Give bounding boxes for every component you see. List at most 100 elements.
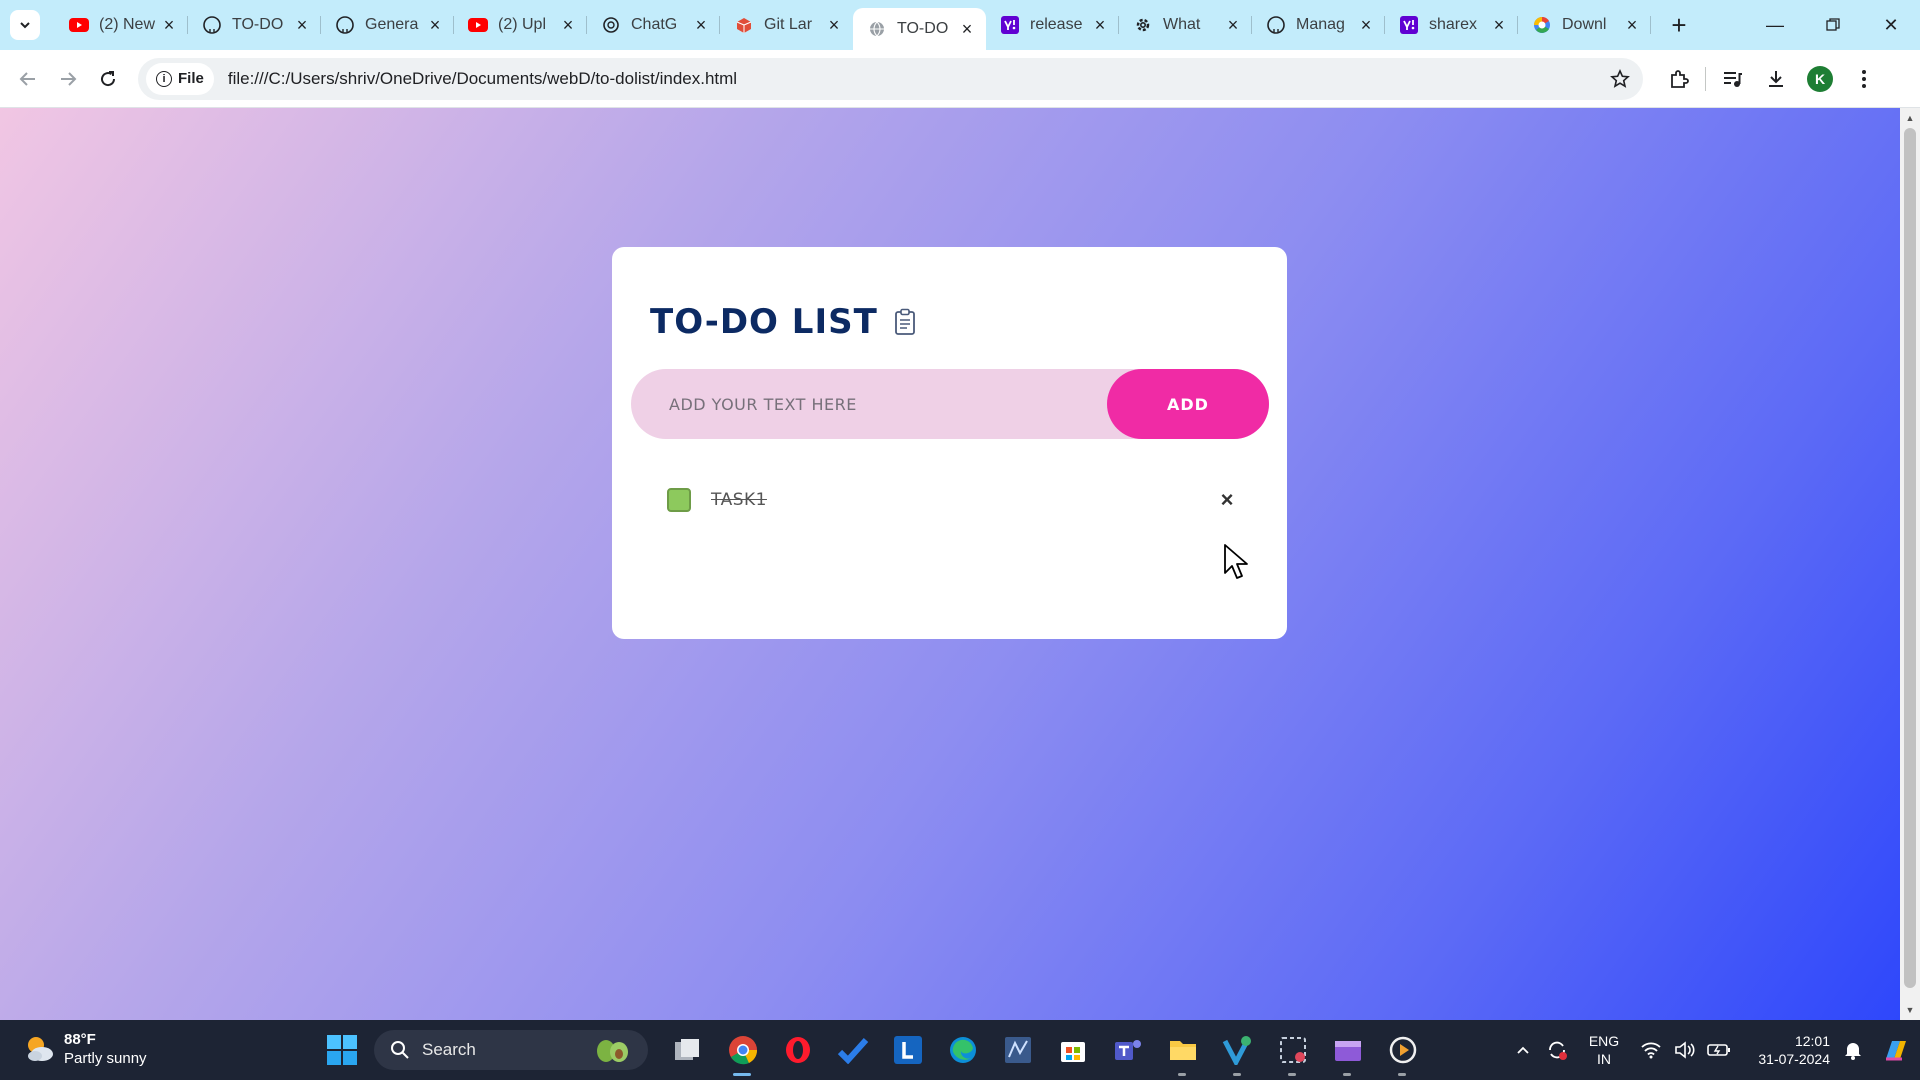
bookmark-star-button[interactable] — [1605, 64, 1635, 94]
scroll-up-arrow-icon[interactable]: ▲ — [1900, 110, 1920, 126]
google-icon — [1532, 15, 1552, 35]
tab-close-icon[interactable]: × — [1091, 15, 1109, 35]
clock[interactable]: 12:01 31-07-2024 — [1736, 1032, 1836, 1068]
l-app-taskbar-button[interactable] — [880, 1030, 935, 1070]
forward-button[interactable] — [48, 59, 88, 99]
task-input[interactable] — [631, 369, 1107, 439]
chrome-taskbar-button[interactable] — [715, 1030, 770, 1076]
window-controls: — ✕ — [1746, 0, 1920, 50]
sql-app-taskbar-button[interactable] — [990, 1030, 1045, 1070]
windows-taskbar: 88°F Partly sunny Search ENG IN 12:01 31… — [0, 1020, 1920, 1080]
browser-tab[interactable]: Downl × — [1518, 0, 1651, 50]
partly-sunny-icon — [28, 1037, 53, 1061]
tab-close-icon[interactable]: × — [1623, 15, 1641, 35]
add-button[interactable]: ADD — [1107, 369, 1269, 439]
browser-tab[interactable]: sharex × — [1385, 0, 1518, 50]
taskbar-apps — [660, 1030, 1430, 1076]
restore-button[interactable] — [1804, 0, 1862, 50]
minimize-button[interactable]: — — [1746, 0, 1804, 50]
tab-title: sharex — [1429, 16, 1478, 33]
browser-tab[interactable]: Git Lar × — [720, 0, 853, 50]
profile-button[interactable]: K — [1798, 59, 1842, 99]
database-tool-icon — [1004, 1037, 1031, 1063]
show-hidden-icons-button[interactable] — [1506, 1045, 1540, 1055]
todo-app-taskbar-button[interactable] — [825, 1030, 880, 1070]
weather-widget[interactable]: 88°F Partly sunny — [22, 1030, 147, 1068]
language-indicator[interactable]: ENG IN — [1574, 1032, 1634, 1068]
chevron-down-icon — [20, 22, 30, 29]
reload-icon — [101, 70, 116, 86]
tab-close-icon[interactable]: × — [1490, 15, 1508, 35]
tab-close-icon[interactable]: × — [559, 15, 577, 35]
github-icon — [335, 15, 355, 35]
kebab-menu-icon — [1862, 69, 1866, 88]
task-label[interactable]: TASK1 — [711, 490, 1217, 510]
teams-taskbar-button[interactable] — [1100, 1030, 1155, 1070]
clipboard-icon — [894, 308, 915, 335]
copilot-button[interactable] — [1870, 1035, 1920, 1065]
clipchamp-taskbar-button[interactable] — [1320, 1030, 1375, 1076]
browser-tab[interactable]: Genera × — [321, 0, 454, 50]
media-control-button[interactable] — [1710, 59, 1754, 99]
remove-task-button[interactable]: × — [1217, 487, 1237, 513]
vscode-like-taskbar-button[interactable] — [1210, 1030, 1265, 1076]
snipping-tool-taskbar-button[interactable] — [1265, 1030, 1320, 1076]
volume-button[interactable] — [1668, 1041, 1702, 1059]
new-tab-button[interactable]: + — [1661, 7, 1697, 43]
system-tray: ENG IN 12:01 31-07-2024 — [1506, 1020, 1920, 1080]
file-explorer-taskbar-button[interactable] — [1155, 1030, 1210, 1076]
browser-tab[interactable]: ChatG × — [587, 0, 720, 50]
browser-menu-button[interactable] — [1842, 59, 1886, 99]
tab-close-icon[interactable]: × — [825, 15, 843, 35]
store-taskbar-button[interactable] — [1045, 1030, 1100, 1070]
scrollbar-thumb[interactable] — [1904, 128, 1916, 988]
close-window-button[interactable]: ✕ — [1862, 0, 1920, 50]
tab-close-icon[interactable]: × — [1357, 15, 1375, 35]
battery-button[interactable] — [1702, 1042, 1736, 1058]
site-info-chip[interactable]: i File — [146, 62, 214, 95]
windows-start-icon[interactable] — [326, 1034, 358, 1066]
tab-close-icon[interactable]: × — [958, 19, 976, 39]
github-icon — [1266, 15, 1286, 35]
tab-close-icon[interactable]: × — [1224, 15, 1242, 35]
todo-title-text: TO-DO LIST — [650, 302, 878, 342]
speaker-icon — [1675, 1041, 1695, 1059]
sync-status-button[interactable] — [1540, 1039, 1574, 1061]
lang-line2: IN — [1597, 1051, 1611, 1067]
browser-tab[interactable]: TO-DO × — [853, 8, 986, 50]
tab-search-button[interactable] — [10, 10, 40, 40]
weather-desc: Partly sunny — [64, 1050, 147, 1067]
url-text[interactable]: file:///C:/Users/shriv/OneDrive/Document… — [228, 69, 1605, 89]
browser-tab[interactable]: release × — [986, 0, 1119, 50]
back-button[interactable] — [8, 59, 48, 99]
task-checkbox[interactable] — [667, 488, 691, 512]
browser-tab[interactable]: What × — [1119, 0, 1252, 50]
page-scrollbar[interactable]: ▲ ▼ — [1900, 108, 1920, 1020]
tab-close-icon[interactable]: × — [692, 15, 710, 35]
tab-title: release — [1030, 16, 1083, 33]
yahoo-icon — [1000, 15, 1020, 35]
tab-close-icon[interactable]: × — [160, 15, 178, 35]
extensions-button[interactable] — [1657, 59, 1701, 99]
browser-tab[interactable]: Manag × — [1252, 0, 1385, 50]
lang-line1: ENG — [1588, 1033, 1620, 1049]
edge-taskbar-button[interactable] — [935, 1030, 990, 1070]
taskbar-search[interactable]: Search — [374, 1030, 648, 1070]
task-view-button[interactable] — [660, 1030, 715, 1070]
tab-close-icon[interactable]: × — [293, 15, 311, 35]
opera-taskbar-button[interactable] — [770, 1030, 825, 1070]
reload-button[interactable] — [88, 59, 128, 99]
browser-tab[interactable]: TO-DO × — [188, 0, 321, 50]
tab-close-icon[interactable]: × — [426, 15, 444, 35]
list-item[interactable]: TASK1 × — [667, 487, 1237, 513]
notifications-button[interactable] — [1836, 1040, 1870, 1060]
running-indicator — [1233, 1073, 1241, 1076]
wifi-button[interactable] — [1634, 1041, 1668, 1059]
downloads-button[interactable] — [1754, 59, 1798, 99]
browser-tab[interactable]: (2) New × — [55, 0, 188, 50]
scroll-down-arrow-icon[interactable]: ▼ — [1900, 1002, 1920, 1018]
address-bar[interactable]: i File file:///C:/Users/shriv/OneDrive/D… — [138, 57, 1643, 100]
browser-tab[interactable]: (2) Upl × — [454, 0, 587, 50]
media-player-taskbar-button[interactable] — [1375, 1030, 1430, 1076]
globe-icon — [867, 19, 887, 39]
